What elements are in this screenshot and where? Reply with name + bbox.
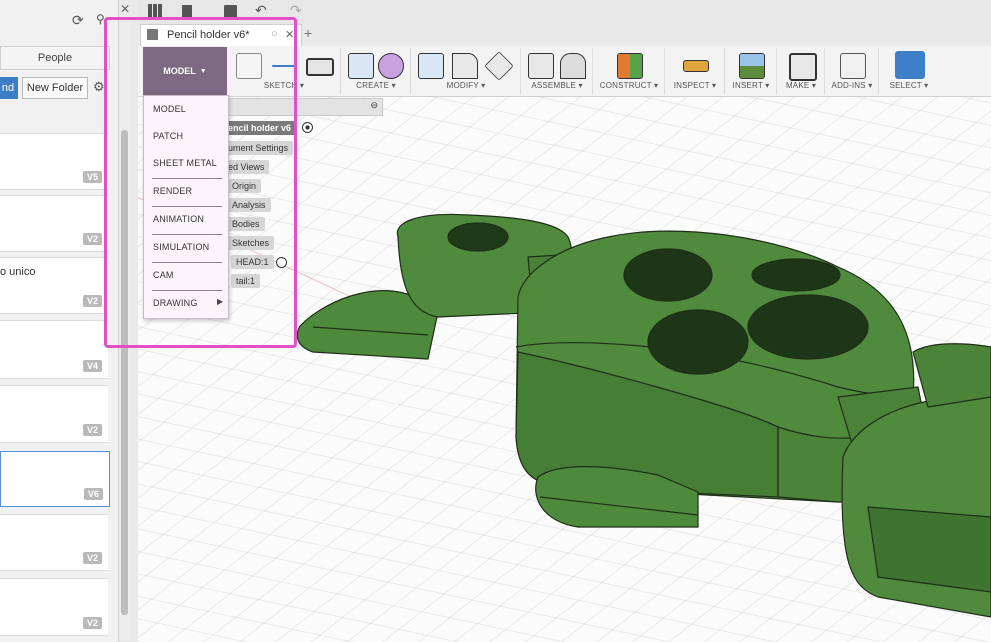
3d-print-icon[interactable] — [789, 53, 817, 81]
toolbar-label: INSERT ▾ — [732, 81, 770, 90]
toolbar-group-insert[interactable]: INSERT ▾ — [726, 48, 777, 94]
list-item[interactable]: V2 — [0, 514, 108, 571]
tab-people[interactable]: People — [0, 46, 110, 70]
highlight-box — [104, 17, 297, 348]
data-panel: ⟳ ⚲ People nd New Folder ⚙ V5 V2 o unico… — [0, 0, 119, 642]
toolbar-label: CONSTRUCT ▾ — [599, 81, 659, 90]
joint-icon[interactable] — [560, 53, 586, 79]
list-item[interactable]: V5 — [0, 133, 108, 190]
measure-icon[interactable] — [683, 60, 709, 72]
list-item[interactable]: V4 — [0, 320, 108, 379]
list-item-title: o unico — [0, 266, 36, 278]
version-badge: V4 — [82, 360, 102, 372]
fillet-icon[interactable] — [452, 53, 478, 79]
new-component-icon[interactable] — [528, 53, 554, 79]
toolbar-group-inspect[interactable]: INSPECT ▾ — [666, 48, 725, 94]
gear-icon[interactable]: ⚙ — [93, 79, 105, 95]
toolbar-label: INSPECT ▾ — [673, 81, 717, 90]
press-pull-icon[interactable] — [418, 53, 444, 79]
toolbar-group-add-ins[interactable]: ADD-INS ▾ — [826, 48, 879, 94]
version-badge: V2 — [82, 295, 102, 307]
version-badge: V2 — [82, 233, 102, 245]
toolbar-group-make[interactable]: MAKE ▾ — [778, 48, 825, 94]
version-badge: V6 — [83, 488, 103, 500]
toolbar-group-create[interactable]: CREATE ▾ — [342, 48, 411, 94]
toolbar-label: MAKE ▾ — [785, 81, 817, 90]
version-badge: V2 — [82, 617, 102, 629]
toolbar-label: ADD-INS ▾ — [831, 81, 873, 90]
list-item[interactable]: V6 — [0, 451, 110, 507]
list-item[interactable]: V2 — [0, 195, 108, 252]
new-tab-icon[interactable]: + — [304, 25, 312, 41]
rectangle-icon[interactable] — [306, 58, 334, 76]
extrude-icon[interactable] — [348, 53, 374, 79]
offset-plane-icon[interactable] — [617, 53, 643, 79]
version-badge: V5 — [82, 171, 102, 183]
toolbar-label: ASSEMBLE ▾ — [531, 81, 583, 90]
grid-menu-icon[interactable] — [148, 4, 162, 18]
toolbar-label: CREATE ▾ — [356, 81, 396, 90]
chamfer-icon[interactable] — [484, 51, 514, 81]
toolbar-label: MODIFY ▾ — [446, 81, 486, 90]
list-item[interactable]: V2 — [0, 385, 108, 443]
pattern-icon[interactable] — [378, 53, 404, 79]
new-folder-button[interactable]: New Folder — [22, 77, 88, 99]
activate-radio-icon[interactable] — [302, 122, 313, 133]
toolbar-group-construct[interactable]: CONSTRUCT ▾ — [594, 48, 665, 94]
toolbar-label: SELECT ▾ — [889, 81, 929, 90]
list-item[interactable]: o unico V2 — [0, 257, 108, 314]
scripts-icon[interactable] — [840, 53, 866, 79]
list-item[interactable]: V2 — [0, 578, 108, 636]
select-arrow-icon[interactable] — [895, 51, 925, 79]
close-icon[interactable]: ✕ — [120, 2, 130, 16]
collapse-icon[interactable]: ⊖ — [370, 100, 378, 111]
refresh-icon[interactable]: ⟳ — [72, 12, 84, 29]
upload-button[interactable]: nd — [0, 77, 18, 99]
version-badge: V2 — [82, 424, 102, 436]
image-icon[interactable] — [739, 53, 765, 79]
toolbar-group-select[interactable]: SELECT ▾ — [880, 48, 938, 94]
version-badge: V2 — [82, 552, 102, 564]
toolbar-group-modify[interactable]: MODIFY ▾ — [412, 48, 521, 94]
toolbar-group-assemble[interactable]: ASSEMBLE ▾ — [522, 48, 593, 94]
